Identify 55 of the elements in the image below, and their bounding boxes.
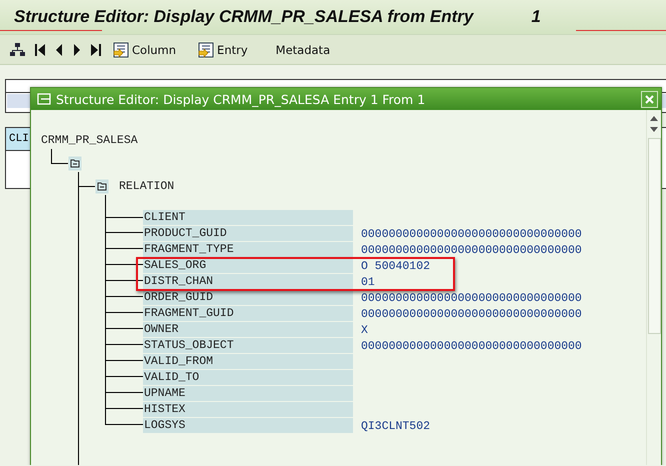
field-name: STATUS_OBJECT	[143, 338, 353, 353]
hierarchy-icon[interactable]	[9, 42, 26, 57]
field-name: OWNER	[143, 322, 353, 337]
field-name: UPNAME	[143, 386, 353, 401]
tree-connector	[105, 249, 143, 265]
collapse-folder-icon[interactable]	[68, 156, 82, 171]
field-name: ORDER_GUID	[143, 290, 353, 305]
field-name: CLIENT	[143, 210, 353, 225]
field-value: 00000000000000000000000000000000	[361, 292, 582, 304]
tree-connector	[105, 329, 143, 345]
field-name: LOGSYS	[143, 418, 353, 433]
field-value: 00000000000000000000000000000000	[361, 308, 582, 320]
dialog-title: Structure Editor: Display CRMM_PR_SALESA Entry 1 From 1	[56, 92, 426, 106]
next-icon[interactable]	[72, 42, 82, 56]
scroll-down-icon[interactable]	[649, 126, 659, 134]
tree-connector	[105, 345, 143, 361]
toolbar-button[interactable]: Metadata	[272, 40, 334, 58]
node-label[interactable]: RELATION	[119, 180, 174, 193]
field-value: X	[361, 324, 368, 336]
tree-connector	[105, 297, 143, 313]
scrollbar-thumb[interactable]	[648, 138, 660, 334]
field-value: 00000000000000000000000000000000	[361, 228, 582, 240]
first-icon[interactable]	[34, 42, 46, 56]
tree-connector	[51, 149, 68, 164]
tree-connector	[105, 377, 143, 393]
close-icon[interactable]	[641, 90, 658, 108]
tree-connector	[105, 313, 143, 329]
toolbar-button[interactable]: Column	[110, 40, 180, 60]
field-name: VALID_FROM	[143, 354, 353, 369]
window-icon	[36, 92, 52, 106]
field-name: VALID_TO	[143, 370, 353, 385]
field-value: O 50040102	[361, 260, 430, 272]
field-value: 01	[361, 276, 375, 288]
field-name: PRODUCT_GUID	[143, 226, 353, 241]
tree-connector	[105, 265, 143, 281]
previous-icon[interactable]	[54, 42, 64, 56]
field-name: DISTR_CHAN	[143, 274, 353, 289]
field-name: SALES_ORG	[143, 258, 353, 273]
tree-connector	[105, 409, 143, 425]
collapse-folder-icon[interactable]	[95, 179, 109, 194]
toolbar-button[interactable]: Entry	[195, 40, 251, 60]
tree-connector	[78, 172, 95, 187]
tree-connector	[105, 361, 143, 377]
field-value: QI3CLNT502	[361, 420, 430, 432]
field-name: HISTEX	[143, 402, 353, 417]
field-value: 00000000000000000000000000000000	[361, 244, 582, 256]
tree-connector	[105, 281, 143, 297]
field-value: 00000000000000000000000000000000	[361, 340, 582, 352]
tree-connector	[105, 393, 143, 409]
last-icon[interactable]	[90, 42, 102, 56]
field-name: FRAGMENT_TYPE	[143, 242, 353, 257]
window-title: Structure Editor: Display CRMM_PR_SALESA from Entry	[14, 7, 474, 27]
entry-number: 1	[531, 7, 541, 27]
tree-connector	[105, 233, 143, 249]
field-name: FRAGMENT_GUID	[143, 306, 353, 321]
